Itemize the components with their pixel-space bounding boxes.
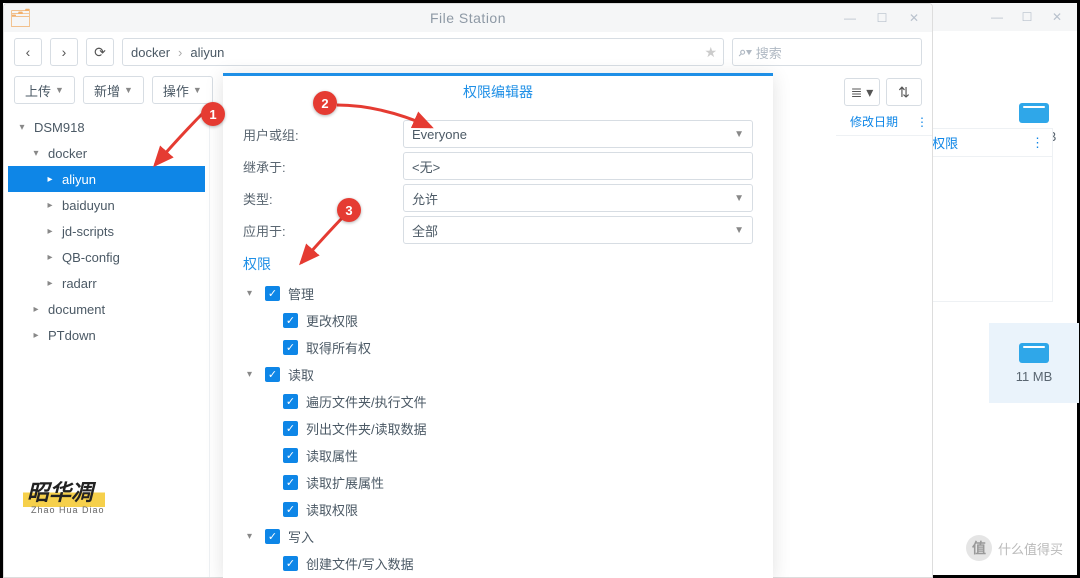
permission-tree: ▾✓管理 ✓更改权限 ✓取得所有权 ▾✓读取 ✓遍历文件夹/执行文件 ✓列出文件… [243,280,753,577]
permission-editor-dialog: 权限编辑器 用户或组: Everyone▼ 继承于: <无> 类型: 允许▼ 应… [223,73,773,578]
tree-root[interactable]: ▾DSM918 [8,114,205,140]
label-inherit: 继承于: [243,157,403,176]
tree-folder-docker[interactable]: ▾docker [8,140,205,166]
tree-folder-baiduyun[interactable]: ▸baiduyun [8,192,205,218]
col-permission-header[interactable]: 权限 [932,133,958,152]
perm-item[interactable]: ✓更改权限 [247,307,753,334]
dialog-title: 权限编辑器 [223,76,773,108]
folder-icon: 🗂 [9,8,35,30]
chevron-down-icon: ▼ [734,193,744,204]
checkbox-icon: ✓ [265,286,280,301]
tree-folder-radarr[interactable]: ▸radarr [8,270,205,296]
search-placeholder: 搜索 [756,43,782,62]
path-segment[interactable]: docker [131,45,170,60]
forward-button[interactable]: › [50,38,78,66]
bg-close-button[interactable]: ✕ [1042,7,1072,27]
perm-item[interactable]: ✓取得所有权 [247,334,753,361]
action-button[interactable]: 操作▼ [152,76,213,104]
minimize-button[interactable]: — [835,8,865,28]
tree-folder-jd-scripts[interactable]: ▸jd-scripts [8,218,205,244]
perm-group-read[interactable]: ▾✓读取 [247,361,753,388]
perm-item[interactable]: ✓读取扩展属性 [247,469,753,496]
watermark-left: 昭华凋 Zhao Hua Diao [23,475,105,515]
annotation-badge-3: 3 [337,198,361,222]
search-input[interactable]: ⌕▾ 搜索 [732,38,922,66]
path-segment[interactable]: aliyun [190,45,224,60]
view-list-button[interactable]: ≣ ▾ [844,78,880,106]
bg-maximize-button[interactable]: ☐ [1012,7,1042,27]
breadcrumb[interactable]: docker › aliyun ★ [122,38,724,66]
user-select[interactable]: Everyone▼ [403,120,753,148]
view-sort-button[interactable]: ⇅ [886,78,922,106]
annotation-badge-2: 2 [313,91,337,115]
perm-item[interactable]: ✓创建文件/写入数据 [247,550,753,577]
search-icon: ⌕▾ [739,44,752,60]
maximize-button[interactable]: ☐ [867,8,897,28]
column-modified-date[interactable]: 修改日期 [836,113,912,130]
perm-item[interactable]: ✓列出文件夹/读取数据 [247,415,753,442]
create-button[interactable]: 新增▼ [83,76,144,104]
chevron-right-icon: › [178,45,182,60]
label-type: 类型: [243,189,403,208]
tree-folder-document[interactable]: ▸document [8,296,205,322]
tree-folder-ptdown[interactable]: ▸PTdown [8,322,205,348]
apply-select[interactable]: 全部▼ [403,216,753,244]
permission-section-title: 权限 [243,254,753,274]
perm-item[interactable]: ✓遍历文件夹/执行文件 [247,388,753,415]
back-button[interactable]: ‹ [14,38,42,66]
bg-minimize-button[interactable]: — [982,7,1012,27]
inherit-field[interactable]: <无> [403,152,753,180]
close-button[interactable]: ✕ [899,8,929,28]
label-apply: 应用于: [243,221,403,240]
type-select[interactable]: 允许▼ [403,184,753,212]
refresh-button[interactable]: ⟳ [86,38,114,66]
upload-button[interactable]: 上传▼ [14,76,75,104]
star-icon[interactable]: ★ [704,44,717,61]
perm-group-manage[interactable]: ▾✓管理 [247,280,753,307]
column-menu-icon[interactable]: ⋮ [912,115,932,129]
annotation-badge-1: 1 [201,102,225,126]
watermark-right: 值 什么值得买 [966,535,1063,561]
disk-item[interactable]: 11 MB [989,323,1079,403]
background-window-controls: — ☐ ✕ [927,3,1077,31]
chevron-down-icon: ▼ [734,129,744,140]
chevron-down-icon: ▼ [734,225,744,236]
perm-item[interactable]: ✓读取属性 [247,442,753,469]
window-title: File Station [430,10,506,26]
col-menu-icon[interactable]: ⋮ [1031,135,1044,151]
label-user: 用户或组: [243,125,403,144]
tree-folder-aliyun[interactable]: ▸aliyun [8,166,205,192]
tree-folder-qb-config[interactable]: ▸QB-config [8,244,205,270]
perm-item[interactable]: ✓读取权限 [247,496,753,523]
watermark-circle-icon: 值 [966,535,992,561]
perm-group-write[interactable]: ▾✓写入 [247,523,753,550]
